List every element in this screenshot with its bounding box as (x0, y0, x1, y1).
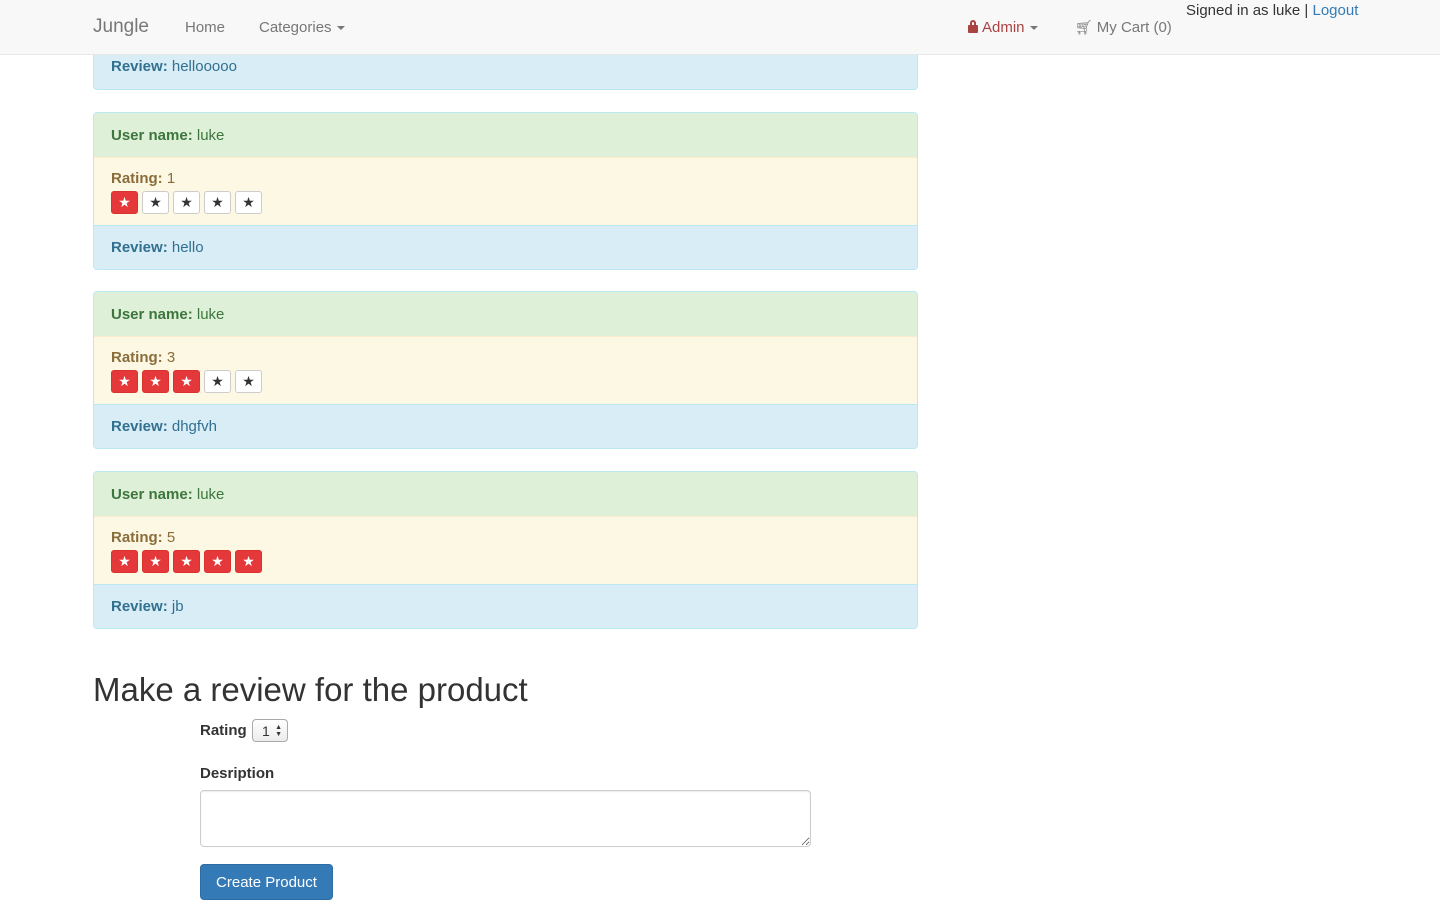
chevron-down-icon (1029, 26, 1038, 31)
brand-link[interactable]: Jungle (93, 16, 149, 38)
review-text: jb (171, 598, 184, 615)
star-icon: ★ (142, 369, 169, 393)
star-icon: ★ (204, 190, 231, 214)
signed-in-status: Signed in as luke | Logout (1186, 2, 1358, 19)
rating-label: Rating (200, 722, 247, 739)
review-text: dhgfvh (171, 418, 217, 435)
user-row: User name: luke (94, 472, 917, 516)
star-icon: ★ (173, 190, 200, 214)
star-icon: ★ (111, 190, 138, 214)
nav-cart[interactable]: 🛒︎ My Cart (0) (1075, 19, 1172, 36)
star-icon: ★ (142, 549, 169, 573)
review-panel: User name: luke Rating: 1 ★ ★ ★ ★ ★ Review: hel… (93, 112, 918, 270)
user-name: luke (196, 126, 225, 144)
rating-value: 1 (166, 169, 176, 187)
rating-label-text: Rating: (111, 528, 163, 546)
user-name: luke (196, 305, 225, 323)
star-rating: ★ ★ ★ ★ ★ (111, 190, 900, 214)
user-label: User name: (111, 305, 193, 323)
user-name: luke (196, 485, 225, 503)
review-panel: User name: luke Rating: 5 ★ ★ ★ ★ ★ Review: jb (93, 471, 918, 629)
review-panel: User name: luke Rating: 3 ★ ★ ★ ★ ★ Review: dhg… (93, 291, 918, 449)
review-text: hellooooo (171, 58, 237, 75)
rating-row: Rating: 5 ★ ★ ★ ★ ★ (94, 516, 917, 584)
star-rating: ★ ★ ★ ★ ★ (111, 549, 900, 573)
review-label: Review: (111, 58, 168, 75)
star-icon: ★ (235, 549, 262, 573)
nav-home[interactable]: Home (185, 19, 225, 36)
rating-row: Rating: 1 ★ ★ ★ ★ ★ (94, 157, 917, 225)
rating-value: 5 (166, 528, 176, 546)
description-input[interactable] (200, 790, 811, 847)
user-row: User name: luke (94, 113, 917, 157)
chevron-down-icon (336, 26, 345, 31)
review-label: Review: (111, 598, 168, 615)
rating-row: Rating: 3 ★ ★ ★ ★ ★ (94, 336, 917, 404)
cart-icon: 🛒︎ (1075, 19, 1093, 35)
rating-value: 3 (166, 348, 176, 366)
star-icon: ★ (173, 549, 200, 573)
description-label: Desription (200, 765, 275, 782)
select-arrows-icon: ▲ ▼ (275, 724, 282, 738)
review-row: Review: jb (94, 584, 917, 628)
nav-admin-label: Admin (982, 19, 1025, 36)
star-icon: ★ (142, 190, 169, 214)
rating-select-value: 1 (262, 722, 270, 739)
nav-categories-label: Categories (259, 19, 332, 36)
user-label: User name: (111, 126, 193, 144)
star-icon: ★ (204, 549, 231, 573)
rating-label-text: Rating: (111, 348, 163, 366)
review-label: Review: (111, 239, 168, 256)
star-icon: ★ (111, 549, 138, 573)
star-icon: ★ (204, 369, 231, 393)
form-title: Make a review for the product (93, 671, 528, 708)
star-icon: ★ (111, 369, 138, 393)
star-icon: ★ (173, 369, 200, 393)
create-product-button[interactable]: Create Product (200, 864, 333, 900)
review-row: Review: hello (94, 225, 917, 269)
star-icon: ★ (235, 369, 262, 393)
review-text: hello (171, 239, 204, 256)
star-icon: ★ (235, 190, 262, 214)
nav-categories-dropdown[interactable]: Categories (259, 19, 345, 36)
review-row: Review: dhgfvh (94, 404, 917, 448)
nav-cart-label: My Cart (0) (1096, 19, 1172, 36)
rating-select[interactable]: 1 ▲ ▼ (252, 719, 288, 742)
user-label: User name: (111, 485, 193, 503)
navbar: Jungle Home Categories Admin 🛒︎ My Cart (… (0, 0, 1440, 55)
star-rating: ★ ★ ★ ★ ★ (111, 369, 900, 393)
review-label: Review: (111, 418, 168, 435)
lock-icon (968, 20, 978, 33)
nav-admin-dropdown[interactable]: Admin (968, 19, 1038, 36)
user-row: User name: luke (94, 292, 917, 336)
signed-in-text: Signed in as luke | (1186, 2, 1309, 19)
rating-label-text: Rating: (111, 169, 163, 187)
logout-link[interactable]: Logout (1312, 2, 1358, 19)
